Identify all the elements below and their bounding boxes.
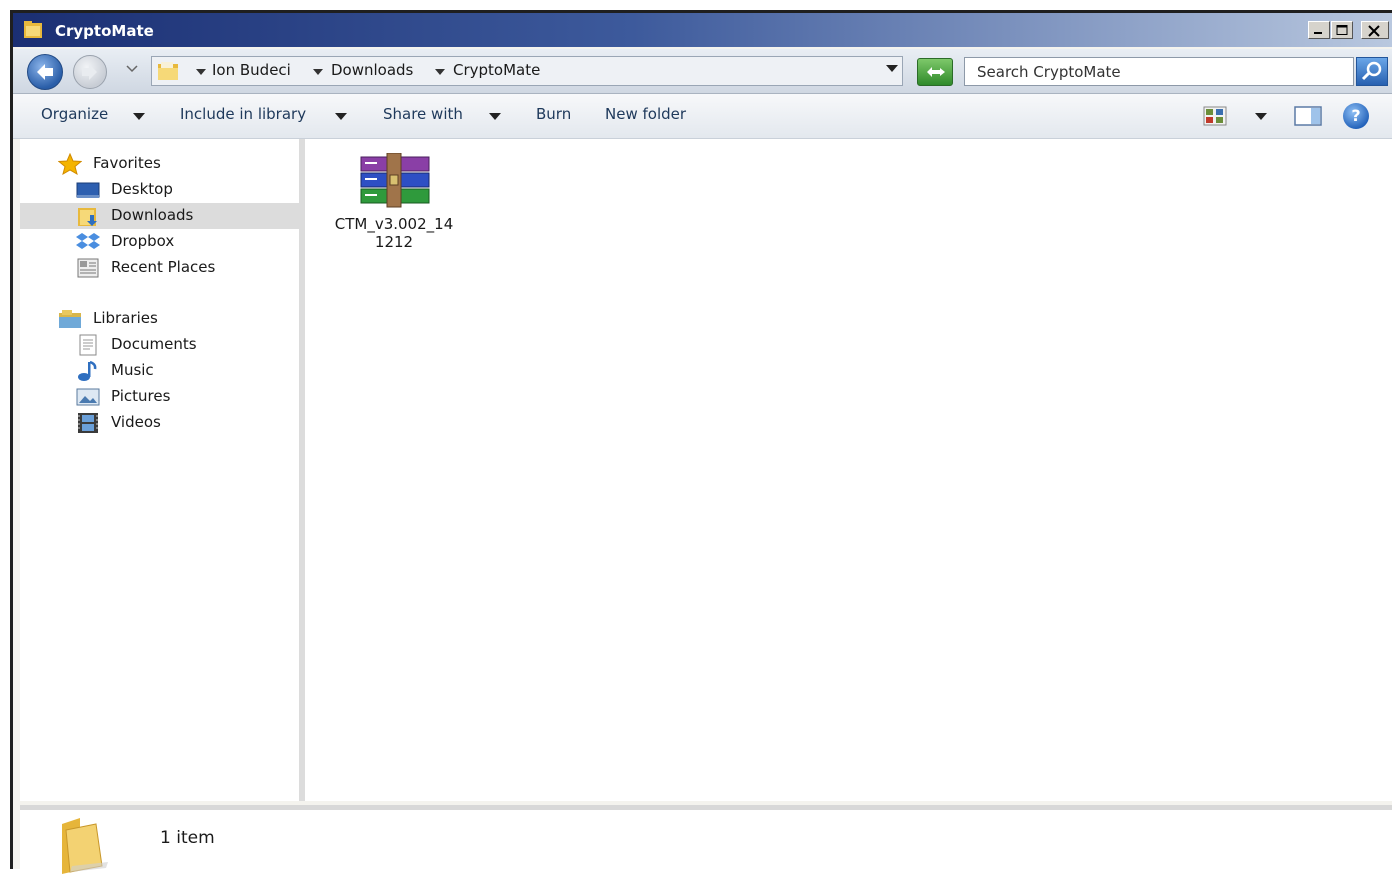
libraries-icon <box>59 310 81 328</box>
breadcrumb-chevron-icon[interactable] <box>435 69 445 75</box>
title-bar[interactable]: CryptoMate <box>13 13 1392 47</box>
dropbox-icon <box>76 233 100 249</box>
minimize-icon <box>1314 32 1322 34</box>
address-history-chevron-icon[interactable] <box>886 65 898 72</box>
maximize-icon <box>1336 25 1348 35</box>
nav-pictures-label: Pictures <box>111 387 171 405</box>
nav-favorites[interactable]: Favorites <box>20 151 299 177</box>
item-count: 1 item <box>160 828 215 848</box>
nav-dropbox[interactable]: Dropbox <box>20 229 299 255</box>
share-with-menu[interactable]: Share with <box>383 105 463 123</box>
breadcrumb-ion-budeci[interactable]: Ion Budeci <box>212 61 291 79</box>
close-icon <box>1368 25 1380 37</box>
desktop-icon <box>76 182 100 198</box>
star-icon <box>58 153 82 175</box>
nav-dropbox-label: Dropbox <box>111 232 175 250</box>
arrow-left-icon <box>37 64 53 80</box>
file-list-view[interactable]: CTM_v3.002_141212 <box>305 139 1392 801</box>
winrar-archive-icon <box>360 153 430 208</box>
nav-pictures[interactable]: Pictures <box>20 384 299 410</box>
explorer-window: CryptoMate Ion Budeci Downloads CryptoMa… <box>10 10 1392 877</box>
breadcrumb-downloads[interactable]: Downloads <box>331 61 413 79</box>
chevron-down-icon[interactable] <box>133 113 145 120</box>
nav-videos[interactable]: Videos <box>20 410 299 436</box>
organize-menu[interactable]: Organize <box>41 105 108 123</box>
nav-downloads-label: Downloads <box>111 206 194 224</box>
search-icon <box>1361 61 1382 81</box>
videos-icon <box>78 413 98 433</box>
file-item[interactable]: CTM_v3.002_141212 <box>331 147 453 257</box>
close-button[interactable] <box>1361 21 1389 39</box>
recent-pages-chevron-icon[interactable] <box>126 65 138 73</box>
nav-favorites-label: Favorites <box>93 154 161 172</box>
window-title: CryptoMate <box>55 22 154 40</box>
nav-desktop[interactable]: Desktop <box>20 177 299 203</box>
file-name: CTM_v3.002_141212 <box>334 215 454 251</box>
details-pane: 1 item <box>20 805 1392 877</box>
nav-music[interactable]: Music <box>20 358 299 384</box>
maximize-button[interactable] <box>1331 21 1353 39</box>
documents-icon <box>79 334 97 356</box>
nav-videos-label: Videos <box>111 413 161 431</box>
chevron-down-icon[interactable] <box>335 113 347 120</box>
downloads-folder-icon <box>78 208 97 226</box>
burn-button[interactable]: Burn <box>536 105 571 123</box>
refresh-icon <box>927 67 945 77</box>
address-bar[interactable]: Ion Budeci Downloads CryptoMate <box>151 56 903 86</box>
new-folder-button[interactable]: New folder <box>605 105 686 123</box>
command-bar: Organize Include in library Share with B… <box>13 94 1392 139</box>
help-icon[interactable]: ? <box>1343 103 1369 129</box>
include-in-library-menu[interactable]: Include in library <box>180 105 306 123</box>
pictures-icon <box>76 388 100 406</box>
arrow-right-icon <box>82 64 97 80</box>
folder-icon <box>62 818 108 874</box>
search-button[interactable] <box>1356 57 1388 86</box>
breadcrumb-chevron-icon[interactable] <box>313 69 323 75</box>
nav-libraries-label: Libraries <box>93 309 158 327</box>
minimize-button[interactable] <box>1308 21 1330 39</box>
address-row: Ion Budeci Downloads CryptoMate Search C… <box>13 49 1392 94</box>
recent-places-icon <box>77 258 99 278</box>
nav-recent-places-label: Recent Places <box>111 258 216 276</box>
music-icon <box>78 360 97 381</box>
search-placeholder: Search CryptoMate <box>977 63 1121 81</box>
preview-pane-icon[interactable] <box>1294 106 1322 126</box>
folder-icon <box>158 62 178 80</box>
folder-icon <box>24 21 42 38</box>
nav-desktop-label: Desktop <box>111 180 173 198</box>
nav-libraries[interactable]: Libraries <box>20 306 299 332</box>
nav-downloads[interactable]: Downloads <box>20 203 299 229</box>
nav-music-label: Music <box>111 361 154 379</box>
forward-button[interactable] <box>73 55 107 89</box>
refresh-button[interactable] <box>917 58 953 86</box>
nav-documents[interactable]: Documents <box>20 332 299 358</box>
nav-documents-label: Documents <box>111 335 197 353</box>
navigation-pane: Favorites Desktop Downloads Dropbox Rece… <box>20 139 305 801</box>
chevron-down-icon[interactable] <box>489 113 501 120</box>
breadcrumb-chevron-icon[interactable] <box>196 69 206 75</box>
search-input[interactable]: Search CryptoMate <box>964 57 1354 86</box>
nav-recent-places[interactable]: Recent Places <box>20 255 299 281</box>
breadcrumb-cryptomate[interactable]: CryptoMate <box>453 61 540 79</box>
change-view-icon[interactable] <box>1203 106 1227 126</box>
back-button[interactable] <box>27 54 63 90</box>
view-options-chevron-icon[interactable] <box>1255 113 1267 120</box>
